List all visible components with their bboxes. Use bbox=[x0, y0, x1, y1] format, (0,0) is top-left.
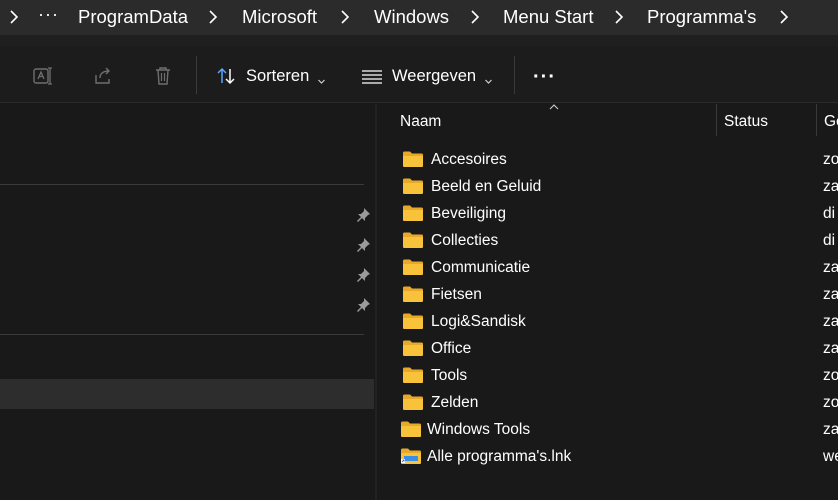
file-date: za bbox=[823, 286, 838, 303]
breadcrumb-windows[interactable]: Windows bbox=[374, 6, 449, 28]
file-date: za bbox=[823, 259, 838, 276]
file-row[interactable]: Collecties di bbox=[377, 227, 838, 254]
chevron-right-icon[interactable] bbox=[777, 7, 791, 27]
chevron-right-icon[interactable] bbox=[468, 7, 482, 27]
file-row[interactable]: Tools zo bbox=[377, 362, 838, 389]
file-row[interactable]: Office za bbox=[377, 335, 838, 362]
file-date: za bbox=[823, 178, 838, 195]
more-options-button[interactable]: ··· bbox=[533, 66, 556, 89]
file-row[interactable]: Communicatie za bbox=[377, 254, 838, 281]
view-list-icon bbox=[361, 65, 383, 87]
pin-icon[interactable] bbox=[355, 297, 371, 313]
file-date: za bbox=[823, 340, 838, 357]
file-date: di bbox=[823, 205, 836, 222]
chevron-right-icon[interactable] bbox=[612, 7, 626, 27]
folder-icon bbox=[402, 366, 424, 384]
breadcrumb-microsoft[interactable]: Microsoft bbox=[242, 6, 317, 28]
chevron-right-icon[interactable] bbox=[338, 7, 352, 27]
file-date: di bbox=[823, 232, 836, 249]
folder-icon bbox=[402, 285, 424, 303]
file-row[interactable]: Logi&Sandisk za bbox=[377, 308, 838, 335]
shortcut-icon bbox=[400, 447, 422, 465]
file-row[interactable]: Beeld en Geluid za bbox=[377, 173, 838, 200]
file-name: Tools bbox=[431, 367, 468, 384]
column-header-date[interactable]: Ge bbox=[824, 113, 838, 131]
folder-icon bbox=[402, 258, 424, 276]
file-date: zo bbox=[823, 367, 838, 384]
file-date: za bbox=[823, 421, 838, 438]
file-date: zo bbox=[823, 151, 838, 168]
column-header-name[interactable]: Naam bbox=[400, 113, 441, 131]
folder-icon bbox=[402, 231, 424, 249]
pin-icon[interactable] bbox=[355, 237, 371, 253]
view-label: Weergeven bbox=[392, 66, 477, 85]
file-row[interactable]: Zelden zo bbox=[377, 389, 838, 416]
nav-divider bbox=[0, 184, 364, 185]
column-header-status[interactable]: Status bbox=[724, 113, 768, 131]
chevron-right-icon bbox=[7, 7, 21, 27]
rename-icon[interactable] bbox=[32, 65, 54, 87]
folder-icon bbox=[402, 312, 424, 330]
share-icon[interactable] bbox=[92, 65, 114, 87]
file-name: Alle programma's.lnk bbox=[427, 448, 572, 465]
pin-icon[interactable] bbox=[355, 267, 371, 283]
file-name: Beveiliging bbox=[431, 205, 506, 222]
file-date: we bbox=[823, 448, 838, 465]
file-name: Accesoires bbox=[431, 151, 507, 168]
address-bar-gap bbox=[0, 35, 838, 46]
folder-icon bbox=[402, 393, 424, 411]
address-bar[interactable]: ··· ProgramData Microsoft Windows Menu S… bbox=[0, 0, 838, 35]
file-name: Beeld en Geluid bbox=[431, 178, 542, 195]
folder-icon bbox=[402, 150, 424, 168]
breadcrumb-programdata[interactable]: ProgramData bbox=[78, 6, 188, 28]
file-row[interactable]: Fietsen za bbox=[377, 281, 838, 308]
sort-button[interactable]: Sorteren bbox=[215, 62, 326, 90]
column-separator[interactable] bbox=[816, 104, 817, 136]
file-name: Collecties bbox=[431, 232, 499, 249]
file-name: Fietsen bbox=[431, 286, 482, 303]
navigation-pane[interactable] bbox=[0, 104, 375, 500]
nav-selected-item[interactable] bbox=[0, 379, 374, 409]
nav-divider bbox=[0, 334, 364, 335]
file-name: Windows Tools bbox=[427, 421, 531, 438]
trash-icon[interactable] bbox=[152, 65, 174, 87]
file-date: za bbox=[823, 313, 838, 330]
folder-icon bbox=[402, 177, 424, 195]
file-row[interactable]: Accesoires zo bbox=[377, 146, 838, 173]
file-name: Office bbox=[431, 340, 472, 357]
file-row[interactable]: Windows Tools za bbox=[377, 416, 838, 443]
breadcrumb-menu-start[interactable]: Menu Start bbox=[503, 6, 594, 28]
sort-label: Sorteren bbox=[246, 66, 310, 85]
folder-icon bbox=[402, 339, 424, 357]
folder-icon bbox=[400, 420, 422, 438]
file-name: Communicatie bbox=[431, 259, 531, 276]
sort-icon bbox=[215, 65, 237, 87]
column-separator[interactable] bbox=[716, 104, 717, 136]
breadcrumb-programmas[interactable]: Programma's bbox=[647, 6, 756, 28]
toolbar-separator bbox=[514, 56, 515, 94]
chevron-down-icon bbox=[317, 72, 326, 84]
chevron-right-icon[interactable] bbox=[206, 7, 220, 27]
sort-ascending-icon bbox=[549, 104, 559, 110]
file-name: Zelden bbox=[431, 394, 479, 411]
chevron-down-icon bbox=[484, 72, 493, 84]
file-date: zo bbox=[823, 394, 838, 411]
view-button[interactable]: Weergeven bbox=[361, 62, 493, 90]
breadcrumb-overflow-button[interactable]: ··· bbox=[38, 4, 59, 25]
file-list[interactable]: Naam Status Ge Accesoires zo Beeld en Gelu… bbox=[377, 104, 838, 500]
pin-icon[interactable] bbox=[355, 207, 371, 223]
file-name: Logi&Sandisk bbox=[431, 313, 526, 330]
file-row[interactable]: Beveiliging di bbox=[377, 200, 838, 227]
file-row[interactable]: Alle programma's.lnk we bbox=[377, 443, 838, 470]
folder-icon bbox=[402, 204, 424, 222]
toolbar-separator bbox=[196, 56, 197, 94]
command-bar: Sorteren Weergeven ··· bbox=[0, 46, 838, 103]
